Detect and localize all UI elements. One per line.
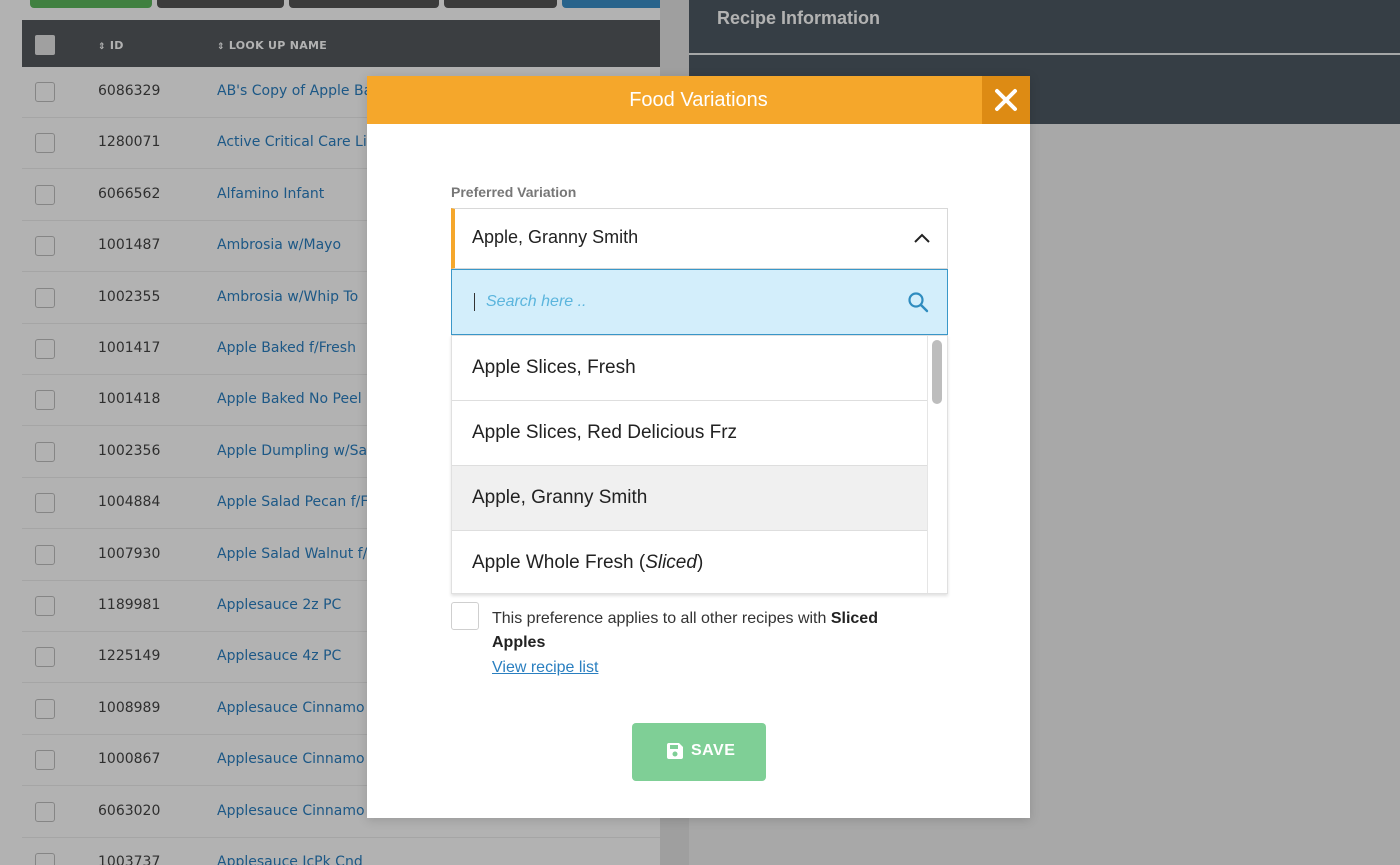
food-variations-modal: Food Variations Preferred Variation Appl… [367,76,1030,818]
preference-description: This preference applies to all other rec… [492,610,878,651]
close-icon [995,89,1017,111]
list-item[interactable]: Apple Whole Fresh (Sliced) [452,531,929,593]
modal-title: Food Variations [629,89,768,111]
view-recipe-list-link[interactable]: View recipe list [492,659,598,677]
list-item-selected[interactable]: Apple, Granny Smith [452,466,929,531]
search-icon[interactable] [907,291,929,313]
search-input[interactable] [472,284,892,320]
list-item[interactable]: Apple Slices, Red Delicious Frz [452,401,929,466]
selected-value: Apple, Granny Smith [472,227,639,247]
modal-header: Food Variations [367,76,1030,124]
scrollbar[interactable] [927,336,947,593]
preferred-variation-select[interactable]: Apple, Granny Smith [451,208,948,269]
variation-options-list[interactable]: Apple Slices, Fresh Apple Slices, Red De… [451,335,948,594]
search-field [451,269,948,335]
close-button[interactable] [982,76,1030,124]
floppy-disk-icon [667,743,683,759]
apply-preference-checkbox[interactable] [451,602,479,630]
save-button[interactable]: SAVE [632,723,766,781]
list-item[interactable]: Apple Slices, Fresh [452,336,929,401]
save-label: SAVE [691,742,736,759]
preferred-variation-label: Preferred Variation [451,184,577,200]
scrollbar-thumb[interactable] [932,340,942,404]
chevron-up-icon [914,233,930,243]
